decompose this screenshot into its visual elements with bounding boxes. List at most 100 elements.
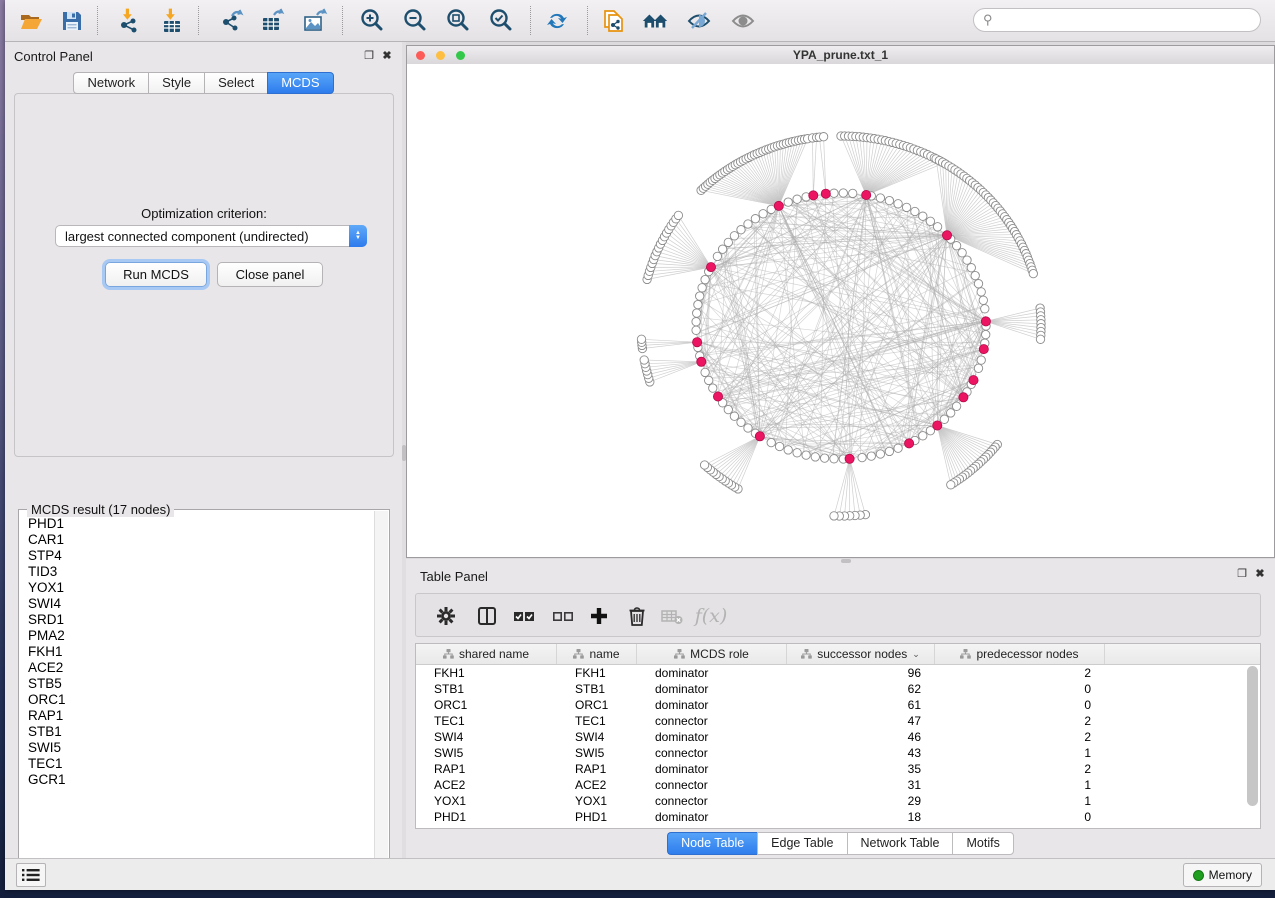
network-node[interactable] [724, 405, 732, 413]
cell-successor-nodes[interactable]: 46 [787, 730, 935, 744]
table-row[interactable]: TEC1TEC1connector472 [416, 713, 1260, 729]
mcds-node-item[interactable]: RAP1 [20, 708, 375, 724]
cell-successor-nodes[interactable]: 31 [787, 778, 935, 792]
network-leaf-node[interactable] [1029, 269, 1037, 277]
mcds-dominator-node[interactable] [979, 345, 988, 354]
network-node[interactable] [744, 424, 752, 432]
mcds-dominator-node[interactable] [933, 421, 942, 430]
network-leaf-node[interactable] [1036, 335, 1044, 343]
delete-icon[interactable] [624, 603, 650, 629]
cell-shared-name[interactable]: SWI5 [416, 746, 557, 760]
tab-network[interactable]: Network [73, 72, 148, 94]
network-node[interactable] [963, 256, 971, 264]
mcds-node-item[interactable]: PHD1 [20, 516, 375, 532]
cell-successor-nodes[interactable]: 35 [787, 762, 935, 776]
mcds-dominator-node[interactable] [809, 191, 818, 200]
cell-predecessor-nodes[interactable]: 0 [935, 682, 1105, 696]
network-node[interactable] [876, 450, 884, 458]
network-node[interactable] [885, 196, 893, 204]
cell-MCDS-role[interactable]: dominator [637, 762, 787, 776]
network-canvas[interactable] [407, 64, 1274, 557]
network-node[interactable] [701, 368, 709, 376]
mcds-dominator-node[interactable] [862, 190, 871, 199]
cell-shared-name[interactable]: TEC1 [416, 714, 557, 728]
table-scrollbar[interactable] [1247, 666, 1258, 806]
cell-predecessor-nodes[interactable]: 1 [935, 794, 1105, 808]
import-table-icon[interactable] [157, 7, 185, 35]
network-node[interactable] [952, 402, 960, 410]
mcds-dominator-node[interactable] [942, 231, 951, 240]
cell-successor-nodes[interactable]: 47 [787, 714, 935, 728]
tab-network-table[interactable]: Network Table [847, 832, 953, 855]
search-input[interactable] [993, 13, 1260, 27]
network-node[interactable] [830, 455, 838, 463]
network-node[interactable] [784, 198, 792, 206]
network-node[interactable] [919, 432, 927, 440]
network-node[interactable] [894, 200, 902, 208]
hide-selected-icon[interactable] [685, 7, 713, 35]
cell-predecessor-nodes[interactable]: 1 [935, 778, 1105, 792]
network-node[interactable] [693, 309, 701, 317]
mcds-node-item[interactable]: STB5 [20, 676, 375, 692]
cell-shared-name[interactable]: SWI4 [416, 730, 557, 744]
cell-predecessor-nodes[interactable]: 1 [935, 746, 1105, 760]
export-image-icon[interactable] [300, 7, 328, 35]
cell-MCDS-role[interactable]: dominator [637, 810, 787, 824]
cell-MCDS-role[interactable]: connector [637, 794, 787, 808]
network-leaf-node[interactable] [674, 211, 682, 219]
run-mcds-button[interactable]: Run MCDS [105, 262, 207, 287]
cell-shared-name[interactable]: STB1 [416, 682, 557, 696]
table-row[interactable]: SWI5SWI5connector431 [416, 745, 1260, 761]
mcds-dominator-node[interactable] [693, 338, 702, 347]
mcds-node-item[interactable]: SWI4 [20, 596, 375, 612]
network-node[interactable] [793, 449, 801, 457]
network-node[interactable] [709, 384, 717, 392]
tab-style[interactable]: Style [148, 72, 204, 94]
show-all-icon[interactable] [729, 7, 757, 35]
close-panel-button[interactable]: Close panel [217, 262, 323, 287]
clone-network-icon[interactable] [599, 7, 627, 35]
network-node[interactable] [977, 356, 985, 364]
network-leaf-node[interactable] [700, 461, 708, 469]
cell-successor-nodes[interactable]: 43 [787, 746, 935, 760]
table-row[interactable]: PHD1PHD1dominator180 [416, 809, 1260, 825]
cell-successor-nodes[interactable]: 18 [787, 810, 935, 824]
cell-name[interactable]: ACE2 [557, 778, 637, 792]
tab-select[interactable]: Select [204, 72, 267, 94]
cell-name[interactable]: SWI5 [557, 746, 637, 760]
import-network-icon[interactable] [115, 7, 143, 35]
zoom-selected-icon[interactable] [487, 7, 515, 35]
mcds-node-item[interactable]: STP4 [20, 548, 375, 564]
network-node[interactable] [974, 364, 982, 372]
network-node[interactable] [958, 249, 966, 257]
first-neighbors-icon[interactable] [641, 7, 669, 35]
network-node[interactable] [911, 207, 919, 215]
network-node[interactable] [724, 238, 732, 246]
cell-shared-name[interactable]: RAP1 [416, 762, 557, 776]
cell-name[interactable]: FKH1 [557, 666, 637, 680]
float-table-panel-icon[interactable]: ❐ [1235, 567, 1249, 581]
network-node[interactable] [696, 292, 704, 300]
mcds-node-item[interactable]: SRD1 [20, 612, 375, 628]
network-node[interactable] [867, 452, 875, 460]
network-node[interactable] [730, 412, 738, 420]
cell-predecessor-nodes[interactable]: 2 [935, 730, 1105, 744]
tab-mcds[interactable]: MCDS [267, 72, 333, 94]
tab-edge-table[interactable]: Edge Table [757, 832, 846, 855]
network-node[interactable] [730, 232, 738, 240]
network-node[interactable] [982, 330, 990, 338]
network-node[interactable] [977, 288, 985, 296]
cell-shared-name[interactable]: ORC1 [416, 698, 557, 712]
cell-MCDS-role[interactable]: connector [637, 714, 787, 728]
cell-predecessor-nodes[interactable]: 0 [935, 810, 1105, 824]
network-node[interactable] [759, 210, 767, 218]
table-row[interactable]: YOX1YOX1connector291 [416, 793, 1260, 809]
save-session-icon[interactable] [58, 7, 86, 35]
network-node[interactable] [701, 275, 709, 283]
zoom-out-icon[interactable] [401, 7, 429, 35]
network-node[interactable] [919, 212, 927, 220]
network-node[interactable] [952, 242, 960, 250]
export-network-icon[interactable] [217, 7, 245, 35]
network-node[interactable] [820, 454, 828, 462]
network-leaf-node[interactable] [819, 133, 827, 141]
